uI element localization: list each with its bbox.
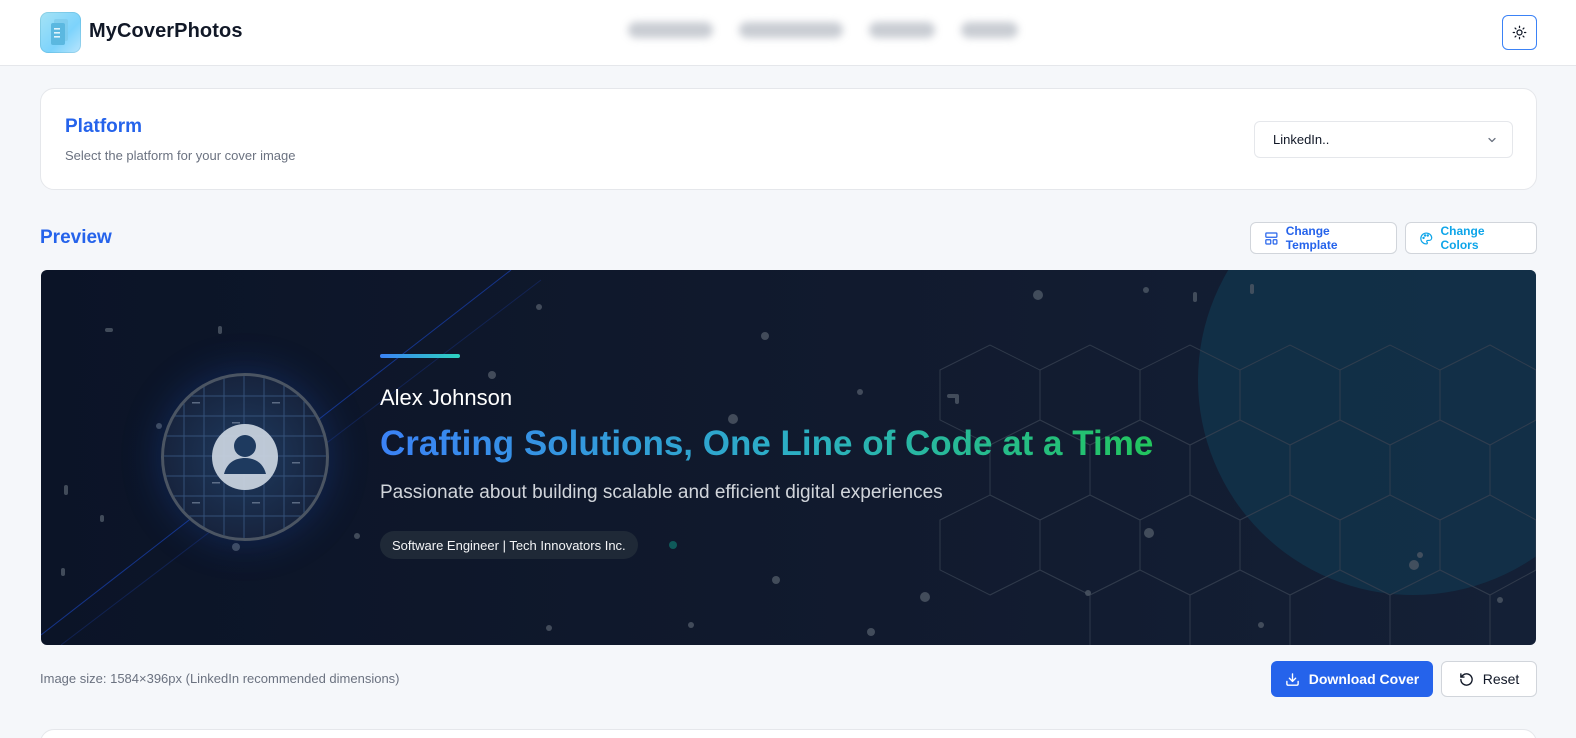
user-icon (164, 376, 326, 538)
platform-select[interactable]: LinkedIn.. (1254, 121, 1513, 158)
cover-preview: Alex Johnson Crafting Solutions, One Lin… (41, 270, 1536, 645)
download-cover-button[interactable]: Download Cover (1271, 661, 1433, 697)
brand-name[interactable]: MyCoverPhotos (89, 20, 243, 43)
change-colors-label: Change Colors (1440, 224, 1485, 252)
blurred-nav-links (628, 22, 1019, 44)
document-stack-icon (51, 19, 68, 45)
theme-toggle-button[interactable] (1502, 15, 1537, 50)
app-logo[interactable] (40, 12, 81, 53)
change-template-button[interactable]: Change Template (1250, 222, 1397, 254)
cover-name: Alex Johnson (380, 385, 513, 410)
change-colors-button[interactable]: Change Colors (1405, 222, 1537, 254)
cover-role-badge: Software Engineer | Tech Innovators Inc. (380, 531, 638, 559)
download-icon (1285, 672, 1299, 686)
image-size-info: Image size: 1584×396px (LinkedIn recomme… (40, 671, 400, 686)
chevron-down-icon (1488, 137, 1496, 143)
sun-icon (1512, 25, 1527, 40)
palette-icon (1420, 231, 1433, 245)
top-navbar: MyCoverPhotos (0, 0, 1576, 66)
download-cover-label: Download Cover (1308, 671, 1420, 687)
platform-title: Platform (65, 116, 143, 137)
cover-tagline: Passionate about building scalable and e… (380, 482, 943, 503)
layout-template-icon (1265, 231, 1278, 245)
reset-button[interactable]: Reset (1441, 661, 1537, 697)
reset-label: Reset (1482, 671, 1520, 687)
cover-headline: Crafting Solutions, One Line of Code at … (380, 424, 1154, 463)
change-template-label: Change Template (1285, 224, 1338, 252)
accent-bar (380, 354, 460, 358)
preview-title: Preview (40, 227, 112, 248)
platform-select-value: LinkedIn.. (1273, 132, 1330, 147)
platform-card: Platform Select the platform for your co… (40, 88, 1537, 190)
reset-icon (1459, 672, 1473, 686)
platform-subtitle: Select the platform for your cover image (65, 148, 296, 163)
next-section-card (40, 729, 1537, 738)
profile-avatar (161, 373, 329, 541)
